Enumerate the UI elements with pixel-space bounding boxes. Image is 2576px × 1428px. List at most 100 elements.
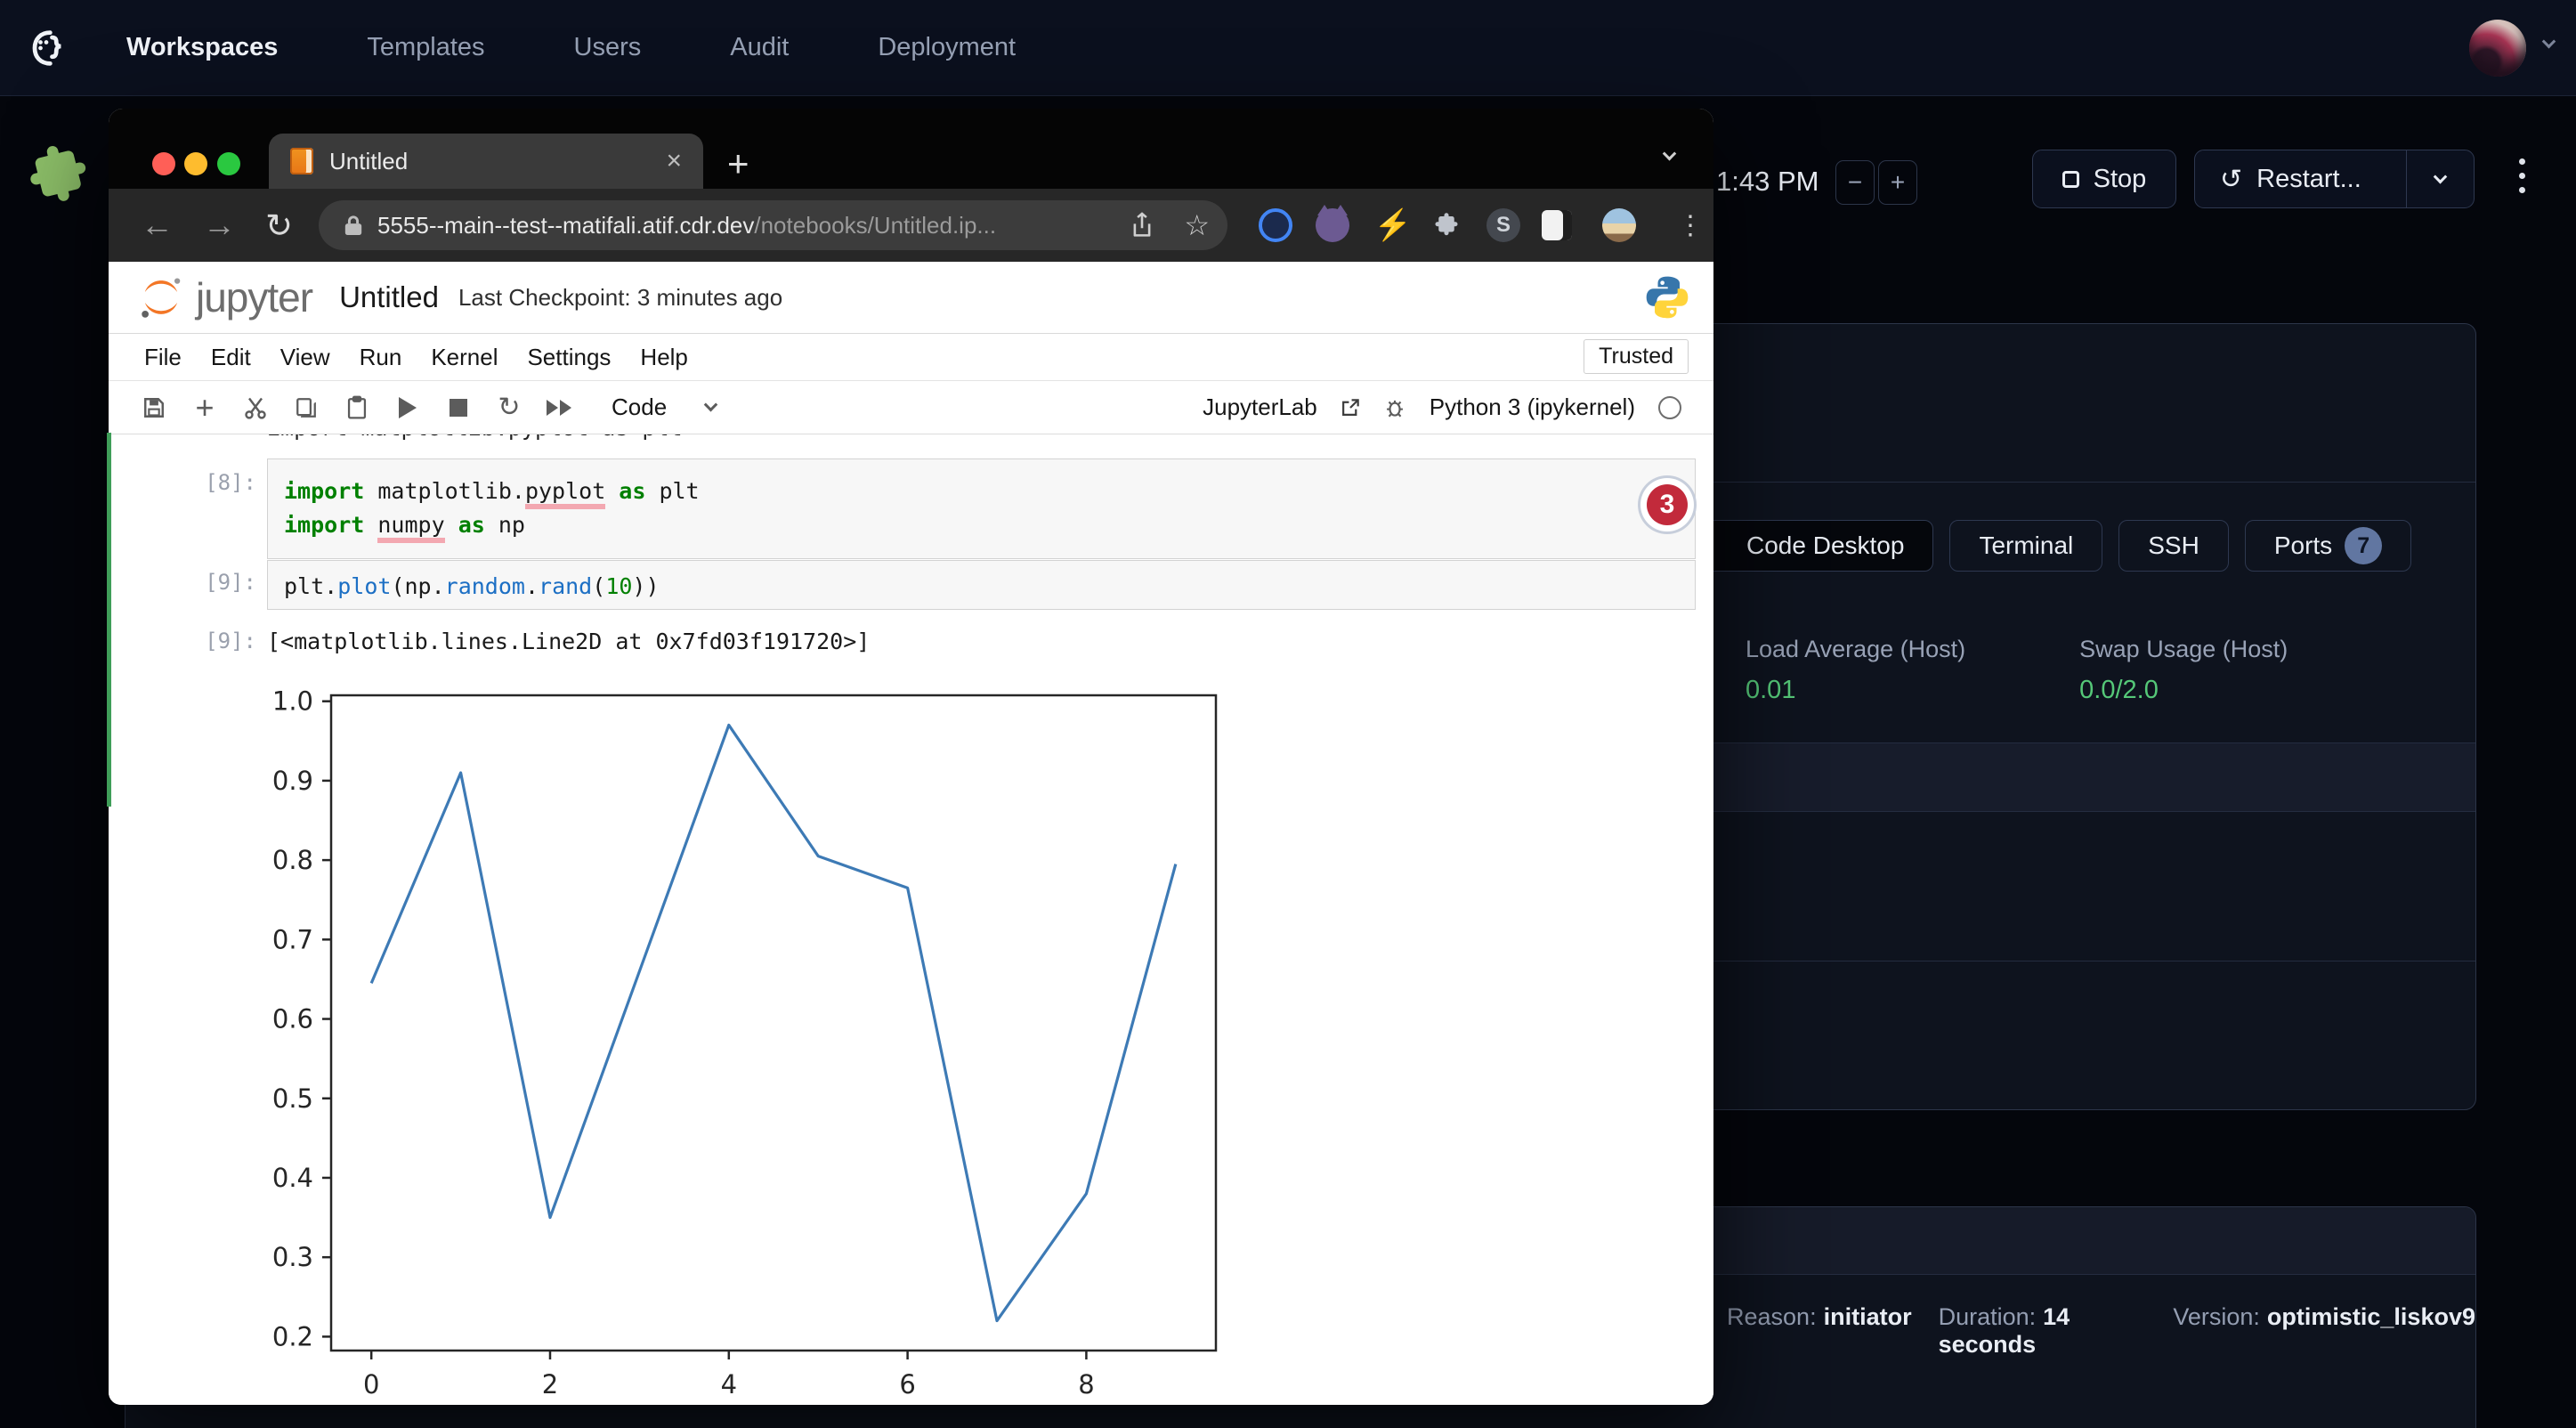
- cell-output-text: [<matplotlib.lines.Line2D at 0x7fd03f191…: [267, 629, 870, 654]
- cat-extension-icon[interactable]: [1316, 208, 1349, 242]
- new-tab-button[interactable]: +: [727, 142, 749, 185]
- swap-usage-stat: Swap Usage (Host) 0.0/2.0: [2079, 636, 2288, 705]
- add-cell-icon[interactable]: +: [191, 394, 218, 421]
- svg-text:0.3: 0.3: [272, 1242, 313, 1272]
- code-desktop-button[interactable]: Code Desktop: [1689, 520, 1933, 572]
- restart-dropdown-button[interactable]: [2406, 150, 2474, 207]
- share-icon[interactable]: [1130, 212, 1154, 239]
- nav-item-templates[interactable]: Templates: [367, 33, 484, 62]
- menu-help[interactable]: Help: [640, 344, 687, 371]
- stop-button[interactable]: Stop: [2032, 150, 2176, 208]
- swap-usage-label: Swap Usage (Host): [2079, 636, 2288, 663]
- reload-icon[interactable]: ↻: [265, 207, 293, 245]
- nav-item-deployment[interactable]: Deployment: [878, 33, 1016, 62]
- coder-logo-icon[interactable]: [23, 25, 69, 71]
- jupyterlab-link[interactable]: JupyterLab: [1203, 394, 1317, 421]
- jupyter-menubar: File Edit View Run Kernel Settings Help …: [109, 334, 1713, 381]
- browser-menu-kebab-icon[interactable]: ⋮: [1677, 210, 1704, 241]
- window-close-button[interactable]: [152, 152, 175, 175]
- jupyter-header: jupyter Untitled Last Checkpoint: 3 minu…: [109, 262, 1713, 334]
- url-path: /notebooks/Untitled.ip...: [754, 212, 996, 239]
- url-domain: 5555--main--test--matifali.atif.cdr.dev: [377, 212, 754, 239]
- cell-input-prompt: [9]:: [171, 570, 256, 595]
- kernel-name[interactable]: Python 3 (ipykernel): [1430, 394, 1635, 421]
- user-avatar[interactable]: [2469, 20, 2526, 77]
- copy-cells-icon[interactable]: [293, 394, 320, 421]
- browser-urlbar: ← → ↻ 5555--main--test--matifali.atif.cd…: [109, 189, 1713, 262]
- browser-profile-avatar[interactable]: [1602, 208, 1636, 242]
- code-line: import matplotlib.pyplot as plt: [284, 475, 1695, 508]
- svg-text:0.7: 0.7: [272, 924, 313, 954]
- code-desktop-label: Code Desktop: [1746, 531, 1904, 560]
- forward-icon[interactable]: →: [203, 207, 236, 244]
- notebook-title[interactable]: Untitled: [339, 280, 439, 314]
- cut-cells-icon[interactable]: [242, 394, 269, 421]
- ports-label: Ports: [2274, 531, 2332, 560]
- back-icon[interactable]: ←: [141, 207, 174, 244]
- menu-run[interactable]: Run: [360, 344, 402, 371]
- split-view-extension-icon[interactable]: [1540, 208, 1574, 242]
- bookmark-star-icon[interactable]: ☆: [1184, 208, 1210, 242]
- cell-type-dropdown[interactable]: Code: [612, 394, 716, 421]
- nav-item-audit[interactable]: Audit: [730, 33, 789, 62]
- terminal-button[interactable]: Terminal: [1949, 520, 2102, 572]
- window-maximize-button[interactable]: [217, 152, 240, 175]
- bolt-extension-icon[interactable]: ⚡: [1376, 208, 1410, 242]
- run-cell-icon[interactable]: [394, 394, 421, 421]
- menu-file[interactable]: File: [144, 344, 182, 371]
- window-minimize-button[interactable]: [184, 152, 207, 175]
- cell-output-prompt: [9]:: [171, 629, 256, 653]
- svg-text:0.4: 0.4: [272, 1163, 313, 1193]
- jupyter-brand: jupyter: [196, 273, 312, 321]
- menu-view[interactable]: View: [280, 344, 330, 371]
- build-status-strip: [107, 433, 111, 807]
- zoom-in-button[interactable]: +: [1878, 160, 1917, 205]
- user-menu-chevron-icon[interactable]: [2542, 35, 2556, 49]
- browser-window: Untitled × + ← → ↻ 5555--main--test--mat…: [109, 109, 1713, 1405]
- stylus-extension-icon[interactable]: S: [1486, 208, 1520, 242]
- paste-cells-icon[interactable]: [344, 394, 370, 421]
- host-stats: Load Average (Host) 0.01 Swap Usage (Hos…: [1746, 636, 2288, 705]
- ports-button[interactable]: Ports 7: [2245, 520, 2411, 572]
- clipped-previous-cell: import matplotlib.pyplot as plt: [267, 434, 683, 444]
- nav-item-workspaces[interactable]: Workspaces: [126, 33, 278, 62]
- menu-settings[interactable]: Settings: [527, 344, 611, 371]
- screen: 1:43 PM − + Stop ↺ Restart... Code Deskt…: [0, 0, 2576, 1428]
- svg-text:0.8: 0.8: [272, 845, 313, 875]
- workspace-more-menu-button[interactable]: [2515, 158, 2528, 193]
- code-cell-9[interactable]: plt.plot(np.random.rand(10)): [267, 560, 1696, 610]
- svg-text:1.0: 1.0: [272, 686, 313, 717]
- trusted-button[interactable]: Trusted: [1584, 339, 1689, 374]
- extensions-puzzle-icon[interactable]: [1430, 208, 1463, 242]
- browser-tab[interactable]: Untitled ×: [269, 134, 703, 189]
- notebook-favicon: [290, 148, 313, 174]
- ssh-button[interactable]: SSH: [2118, 520, 2229, 572]
- nav-items: Workspaces Templates Users Audit Deploym…: [126, 33, 1016, 62]
- debugger-bug-icon[interactable]: [1383, 396, 1406, 419]
- notification-count-badge[interactable]: 3: [1638, 475, 1697, 534]
- interrupt-kernel-icon[interactable]: [445, 394, 472, 421]
- line-chart: 024680.20.30.40.50.60.70.80.91.0: [215, 657, 1373, 1405]
- restart-run-all-icon[interactable]: [547, 394, 573, 421]
- tab-close-icon[interactable]: ×: [666, 146, 682, 176]
- svg-text:0.9: 0.9: [272, 766, 313, 796]
- restart-kernel-icon[interactable]: ↻: [496, 394, 522, 421]
- kernel-status-icon: [1658, 396, 1681, 419]
- build-version: Version:optimistic_liskov9: [2173, 1303, 2475, 1359]
- menu-kernel[interactable]: Kernel: [431, 344, 498, 371]
- save-icon[interactable]: [141, 394, 167, 421]
- svg-text:8: 8: [1078, 1369, 1094, 1400]
- password-manager-extension-icon[interactable]: [1259, 208, 1292, 242]
- build-duration: Duration:14 seconds: [1939, 1303, 2147, 1359]
- tab-search-chevron-icon[interactable]: [1663, 147, 1677, 161]
- nav-item-users[interactable]: Users: [574, 33, 642, 62]
- code-cell-8[interactable]: import matplotlib.pyplot as plt import n…: [267, 458, 1696, 559]
- zoom-out-button[interactable]: −: [1835, 160, 1875, 205]
- restart-button[interactable]: ↺ Restart...: [2194, 150, 2475, 208]
- menu-edit[interactable]: Edit: [211, 344, 251, 371]
- chevron-down-icon: [704, 398, 718, 412]
- code-line: plt.plot(np.random.rand(10)): [284, 570, 1695, 604]
- url-input[interactable]: 5555--main--test--matifali.atif.cdr.dev …: [319, 200, 1227, 250]
- svg-text:6: 6: [899, 1369, 915, 1400]
- notebook-area[interactable]: import matplotlib.pyplot as plt [8]: imp…: [109, 434, 1713, 1405]
